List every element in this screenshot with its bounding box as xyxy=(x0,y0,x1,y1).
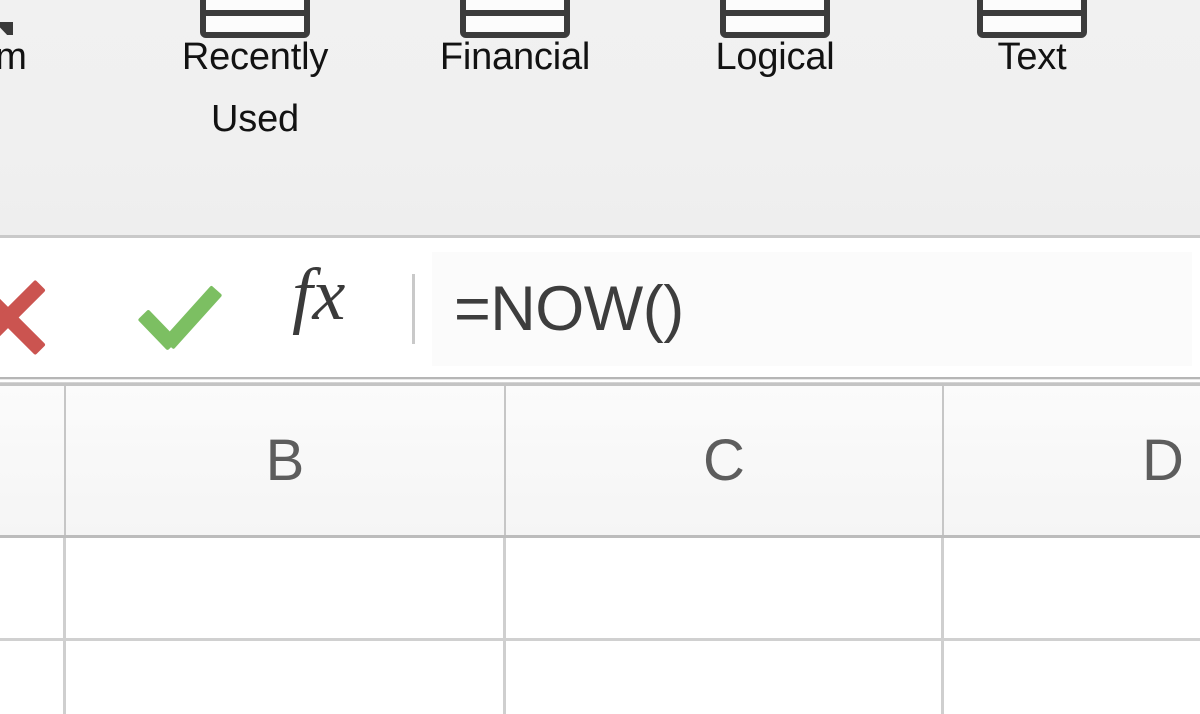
grid-cell-d1[interactable] xyxy=(944,538,1200,638)
formula-bar-divider xyxy=(412,274,415,344)
ribbon-button-logical-label: Logical xyxy=(715,36,835,78)
grid-body xyxy=(0,538,1200,714)
ribbon-button-text-label: Text xyxy=(997,36,1067,78)
column-header-row: A B C D xyxy=(0,386,1200,538)
grid-cell-b2[interactable] xyxy=(66,641,506,714)
grid-cell-a1[interactable] xyxy=(0,538,66,638)
column-header-c[interactable]: C xyxy=(506,386,944,535)
grid-cell-a2[interactable] xyxy=(0,641,66,714)
ribbon-button-recently-used-label: Recently Used xyxy=(181,36,329,140)
ribbon-button-sum-label: Sum xyxy=(0,36,27,78)
formula-input[interactable] xyxy=(432,252,1192,366)
ribbon-button-financial-label: Financial xyxy=(439,36,591,78)
table-row xyxy=(0,538,1200,641)
formula-bar-bottom-border xyxy=(0,377,1200,386)
cancel-x-icon[interactable] xyxy=(0,275,54,359)
ribbon-button-row: Sum Recently Used Financial xyxy=(0,0,1200,235)
grid-cell-c1[interactable] xyxy=(506,538,944,638)
grid-cell-d2[interactable] xyxy=(944,641,1200,714)
accept-check-icon[interactable] xyxy=(137,281,231,355)
ribbon-function-library: Sum Recently Used Financial xyxy=(0,0,1200,238)
ribbon-button-recently-used[interactable]: Recently Used xyxy=(155,0,355,140)
fx-icon[interactable]: fx xyxy=(292,258,345,332)
column-header-d[interactable]: D xyxy=(944,386,1200,535)
ribbon-button-sum[interactable]: Sum xyxy=(0,0,88,78)
column-header-a[interactable]: A xyxy=(0,386,66,535)
spreadsheet-app: Sum Recently Used Financial xyxy=(0,0,1200,714)
table-row xyxy=(0,641,1200,714)
grid-cell-c2[interactable] xyxy=(506,641,944,714)
grid-cell-b1[interactable] xyxy=(66,538,506,638)
spreadsheet-grid: A B C D xyxy=(0,386,1200,714)
ribbon-button-logical[interactable]: Logical xyxy=(675,0,875,78)
ribbon-button-text[interactable]: Text xyxy=(932,0,1132,78)
ribbon-button-financial[interactable]: Financial xyxy=(415,0,615,78)
column-header-b[interactable]: B xyxy=(66,386,506,535)
